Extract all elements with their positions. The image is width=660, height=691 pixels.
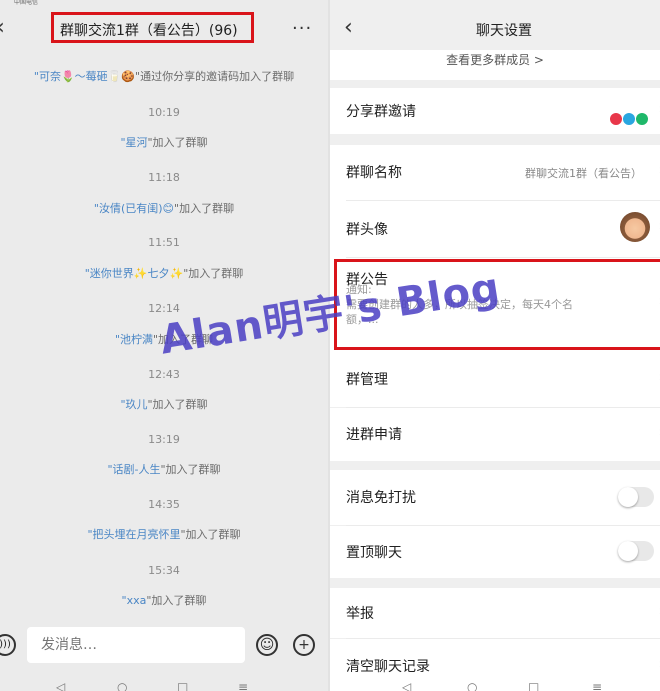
share-apps-icon: [609, 108, 648, 127]
settings-title: 聊天设置: [476, 23, 532, 39]
more-members-link[interactable]: 查看更多群成员 >: [330, 50, 660, 80]
voice-icon[interactable]: ))): [0, 634, 16, 656]
system-message: "汝倩(已有闺)😊"加入了群聊: [0, 200, 328, 216]
nav-home-icon[interactable]: ○: [467, 681, 477, 691]
group-manage-row[interactable]: 群管理 ›: [330, 352, 660, 407]
pin-row: 置顶聊天: [330, 526, 660, 578]
mute-row: 消息免打扰: [330, 470, 660, 525]
member-nickname[interactable]: "玖儿: [120, 398, 147, 411]
avatar: [620, 212, 650, 242]
message-timestamp: 11:51: [148, 236, 180, 249]
group-manage-label: 群管理: [346, 372, 388, 388]
nav-recent-icon[interactable]: □: [528, 681, 539, 691]
emoji-icon[interactable]: ☺: [256, 634, 278, 656]
system-message-text: "加入了群聊: [146, 594, 207, 607]
system-message: "星河"加入了群聊: [0, 134, 328, 150]
message-timestamp: 12:43: [148, 368, 180, 381]
system-message-text: "加入了群聊: [160, 463, 221, 476]
nav-menu-icon[interactable]: ≡: [592, 681, 602, 691]
message-timestamp: 11:18: [148, 171, 180, 184]
pin-toggle[interactable]: [618, 541, 654, 561]
group-name-value: 群聊交流1群（看公告）: [525, 167, 642, 180]
nav-home-icon[interactable]: ○: [117, 681, 127, 691]
member-nickname[interactable]: "汝倩(已有闺)😊: [94, 202, 174, 215]
group-avatar-row[interactable]: 群头像 ›: [330, 201, 660, 257]
mute-label: 消息免打扰: [346, 490, 416, 506]
nav-recent-icon[interactable]: □: [177, 681, 188, 691]
group-name-row[interactable]: 群聊名称 群聊交流1群（看公告） ›: [330, 145, 660, 200]
system-nav-bar: ◁ ○ □ ≡: [0, 676, 328, 691]
message-timestamp: 13:19: [148, 433, 180, 446]
nav-menu-icon[interactable]: ≡: [238, 681, 248, 691]
pin-label: 置顶聊天: [346, 545, 402, 561]
status-carrier: 中国电信: [14, 0, 39, 6]
system-message-text: "加入了群聊: [183, 267, 244, 280]
share-invite-row[interactable]: 分享群邀请 ›: [330, 88, 660, 134]
chat-title[interactable]: 群聊交流1群（看公告）(96): [60, 20, 238, 40]
plus-icon[interactable]: +: [293, 634, 315, 656]
report-label: 举报: [346, 606, 374, 622]
member-nickname[interactable]: "可奈🌷～莓砸🥛🍪: [34, 70, 135, 83]
group-avatar-label: 群头像: [346, 222, 388, 238]
share-app-dot: [623, 112, 635, 125]
system-message: "把头埋在月亮怀里"加入了群聊: [0, 526, 328, 542]
share-app-dot: [636, 112, 648, 125]
input-bar: ))) ☺ +: [0, 625, 328, 669]
group-name-label: 群聊名称: [346, 165, 402, 181]
message-timestamp: 10:19: [148, 106, 180, 119]
toggle-knob: [618, 487, 638, 507]
share-invite-label: 分享群邀请: [346, 104, 416, 120]
message-timestamp: 15:34: [148, 564, 180, 577]
system-message-text: "通过你分享的邀请码加入了群聊: [135, 70, 295, 83]
share-app-dot: [610, 112, 622, 125]
ellipsis-icon[interactable]: ···: [292, 18, 312, 39]
system-message: "迷你世界✨七夕✨"加入了群聊: [0, 265, 328, 281]
report-row[interactable]: 举报 ›: [330, 588, 660, 638]
system-nav-bar: ◁ ○ □ ≡: [330, 676, 660, 691]
nav-back-icon[interactable]: ◁: [402, 681, 411, 691]
system-message-text: "加入了群聊: [147, 136, 208, 149]
member-nickname[interactable]: "池柠满: [115, 333, 153, 346]
system-message: "话剧-人生"加入了群聊: [0, 461, 328, 477]
chat-header: ‹ 群聊交流1群（看公告）(96) ···: [0, 8, 328, 50]
clear-history-label: 清空聊天记录: [346, 659, 430, 675]
back-chevron-left-icon[interactable]: ‹: [0, 17, 5, 39]
member-nickname[interactable]: "把头埋在月亮怀里: [87, 528, 180, 541]
member-nickname[interactable]: "话剧-人生: [107, 463, 160, 476]
system-message: "可奈🌷～莓砸🥛🍪"通过你分享的邀请码加入了群聊: [0, 68, 328, 84]
nav-back-icon[interactable]: ◁: [56, 681, 65, 691]
toggle-knob: [618, 541, 638, 561]
system-message: "玖儿"加入了群聊: [0, 396, 328, 412]
settings-header: ‹ 聊天设置: [330, 8, 660, 50]
message-timestamp: 14:35: [148, 498, 180, 511]
system-message: "xxa"加入了群聊: [0, 592, 328, 608]
member-nickname[interactable]: "xxa: [122, 594, 147, 607]
system-message-text: "加入了群聊: [174, 202, 235, 215]
message-input[interactable]: [27, 627, 245, 663]
system-message-text: "加入了群聊: [180, 528, 241, 541]
join-requests-row[interactable]: 进群申请 ›: [330, 408, 660, 461]
member-nickname[interactable]: "迷你世界✨七夕✨: [85, 267, 183, 280]
join-requests-label: 进群申请: [346, 427, 402, 443]
mute-toggle[interactable]: [618, 487, 654, 507]
member-nickname[interactable]: "星河: [120, 136, 147, 149]
system-message-text: "加入了群聊: [147, 398, 208, 411]
